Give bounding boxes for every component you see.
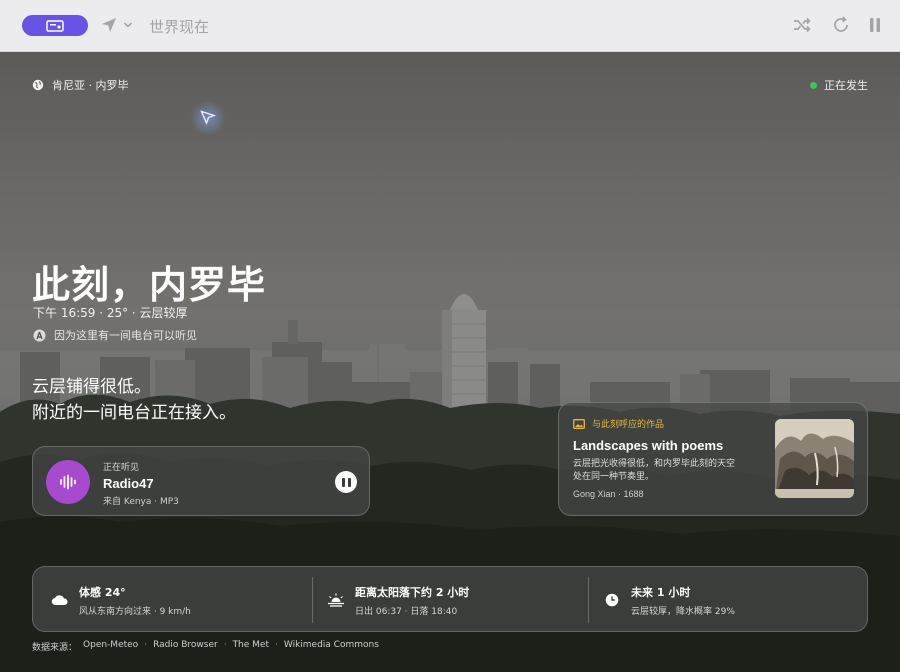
location-text: 肯尼亚 · 内罗毕 (52, 79, 129, 92)
radio-tower-icon (33, 329, 46, 341)
source-link[interactable]: Open-Meteo (83, 640, 138, 653)
sources-prefix: 数据来源： (32, 643, 78, 653)
radio-pause-button[interactable] (335, 471, 357, 493)
radio-name: Radio47 (103, 476, 154, 491)
live-text: 正在发生 (824, 79, 868, 92)
separator: · (144, 640, 148, 650)
reason-line: 因为这里有一间电台可以听见 (33, 327, 197, 343)
radio-card[interactable]: 正在听见 Radio47 来自 Kenya · MP3 (32, 446, 370, 516)
forecast-detail: 云层较厚，降水概率 29% (631, 606, 735, 617)
artwork-tag-text: 与此刻呼应的作品 (592, 420, 665, 430)
artwork-card[interactable]: 与此刻呼应的作品 Landscapes with poems 云层把光收得很低，… (558, 402, 868, 516)
radio-status: 正在听见 (103, 463, 140, 473)
shuffle-icon[interactable] (792, 16, 812, 34)
clock-icon (605, 593, 619, 607)
globe-icon (32, 79, 44, 91)
monitor-user-icon (46, 19, 64, 32)
divider (588, 577, 589, 623)
audio-wave-icon (60, 474, 76, 490)
artwork-desc-line-1: 云层把光收得很低，和内罗毕此刻的天空 (573, 459, 736, 469)
artwork-title: Landscapes with poems (573, 438, 724, 453)
data-sources: 数据来源： Open-Meteo · Radio Browser · The M… (32, 640, 379, 653)
radio-avatar (46, 460, 90, 504)
story-text: 云层铺得很低。 附近的一间电台正在接入。 (32, 374, 236, 426)
city-scene: 肯尼亚 · 内罗毕 正在发生 此刻，内罗毕 下午 16:59 · 25° · 云… (0, 52, 900, 672)
reason-text: 因为这里有一间电台可以听见 (54, 329, 197, 342)
app-title: 世界现在 (149, 18, 210, 36)
sunset-icon (328, 593, 344, 607)
navigation-arrow-icon[interactable] (100, 16, 118, 34)
weather-summary: 下午 16:59 · 25° · 云层较厚 (33, 306, 188, 320)
forecast-title: 未来 1 小时 (631, 585, 691, 599)
image-icon (573, 418, 585, 429)
conditions-bar: 体感 24° 风从东南方向过来 · 9 km/h 距离太阳落下约 2 小时 日出… (32, 566, 868, 632)
artwork-credit: Gong Xian · 1688 (573, 489, 644, 499)
location-label: 肯尼亚 · 内罗毕 (32, 77, 129, 93)
pause-icon[interactable] (868, 16, 882, 34)
artwork-desc-line-2: 处在同一种节奏里。 (573, 472, 655, 482)
artwork-description: 云层把光收得很低，和内罗毕此刻的天空 处在同一种节奏里。 (573, 458, 763, 484)
forecast-stat: 未来 1 小时 云层较厚，降水概率 29% (603, 567, 735, 633)
artwork-tag: 与此刻呼应的作品 (573, 417, 664, 430)
source-link[interactable]: The Met (233, 640, 269, 653)
top-bar: 世界现在 (0, 0, 900, 52)
radio-meta: 正在听见 Radio47 来自 Kenya · MP3 (103, 460, 179, 507)
pause-bar-icon (347, 477, 351, 487)
radio-origin: 来自 Kenya · MP3 (103, 497, 179, 507)
monitor-user-button[interactable] (22, 15, 88, 36)
feels-like-value: 体感 24° (79, 585, 126, 599)
feels-like-stat: 体感 24° 风从东南方向过来 · 9 km/h (51, 567, 191, 633)
live-dot (810, 81, 817, 89)
pause-bar-icon (341, 477, 345, 487)
cloud-icon (51, 595, 68, 606)
source-link[interactable]: Wikimedia Commons (284, 640, 379, 653)
story-line-1: 云层铺得很低。 (32, 377, 151, 397)
separator: · (275, 640, 278, 650)
navigation-cursor-icon (200, 110, 216, 125)
story-line-2: 附近的一间电台正在接入。 (32, 403, 236, 423)
chevron-down-icon[interactable] (123, 20, 133, 30)
source-link[interactable]: Radio Browser (153, 640, 218, 653)
divider (312, 577, 313, 623)
artwork-thumbnail[interactable] (775, 419, 854, 498)
wind-info: 风从东南方向过来 · 9 km/h (79, 606, 191, 617)
landscape-painting-image (775, 419, 854, 498)
refresh-icon[interactable] (832, 16, 850, 34)
separator: · (223, 640, 227, 650)
sunset-countdown: 距离太阳落下约 2 小时 (355, 585, 470, 599)
live-indicator: 正在发生 (810, 77, 868, 93)
sunset-stat: 距离太阳落下约 2 小时 日出 06:37 · 日落 18:40 (327, 567, 469, 633)
sunrise-sunset-times: 日出 06:37 · 日落 18:40 (355, 606, 458, 617)
page-title: 此刻，内罗毕 (32, 263, 267, 307)
